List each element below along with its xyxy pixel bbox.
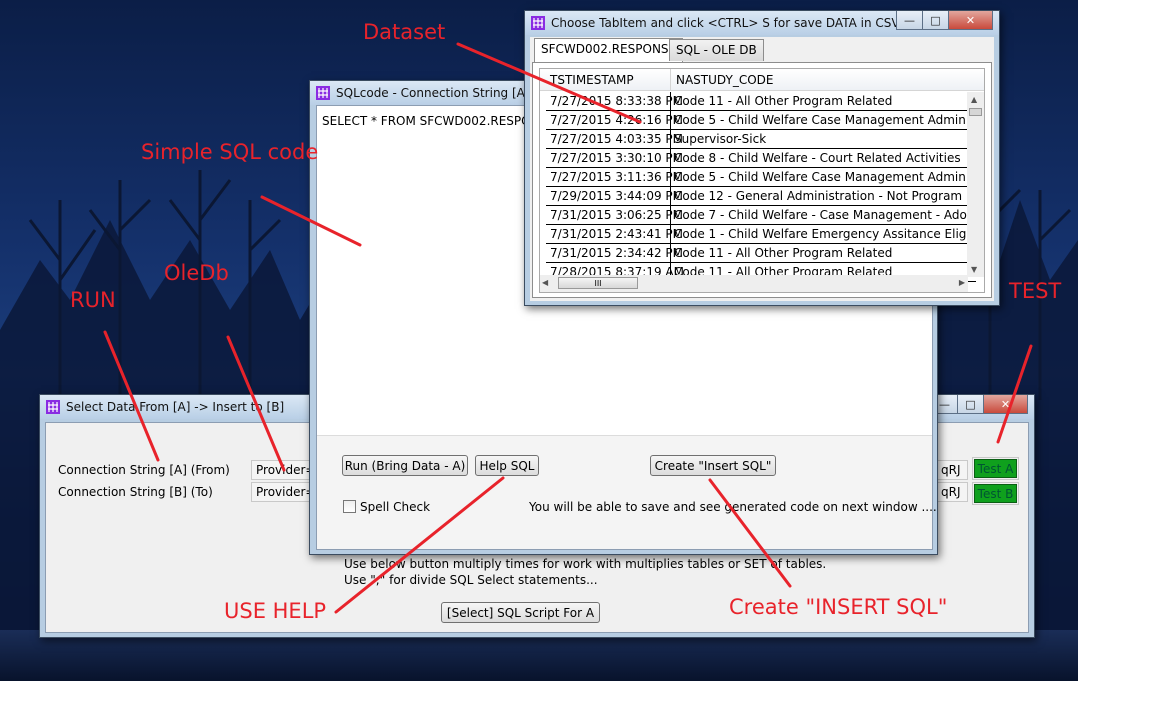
hint-line-1: Use below button multiply times for work…	[344, 557, 827, 571]
sql-window-title: SQLcode - Connection String [A]	[336, 86, 530, 100]
cell-nastudy-code[interactable]: Code 5 - Child Welfare Case Management A…	[674, 113, 976, 127]
cell-nastudy-code[interactable]: Code 12 - General Administration - Not P…	[674, 189, 976, 203]
cell-tstimestamp[interactable]: 7/27/2015 4:03:35 PM	[550, 132, 683, 146]
scroll-up-icon[interactable]: ▲	[971, 95, 977, 104]
main-window-title: Select Data From [A] -> Insert to [B]	[66, 400, 285, 414]
horizontal-scroll-thumb[interactable]: III	[558, 277, 638, 289]
cell-tstimestamp[interactable]: 7/31/2015 2:34:42 PM	[550, 246, 683, 260]
tab-panel: TSTIMESTAMP NASTUDY_CODE 7/27/2015 8:33:…	[532, 62, 992, 298]
hint-line-2: Use ";" for divide SQL Select statements…	[344, 573, 598, 587]
select-sql-script-button[interactable]: [Select] SQL Script For A	[441, 602, 600, 623]
cell-nastudy-code[interactable]: Code 7 - Child Welfare - Case Management…	[674, 208, 976, 222]
dataset-window-controls: — □ ✕	[896, 11, 993, 30]
cell-separator	[670, 187, 671, 206]
spell-check-label: Spell Check	[360, 500, 431, 514]
cell-separator	[670, 130, 671, 149]
tab-response[interactable]: SFCWD002.RESPONSE	[534, 38, 684, 62]
close-icon[interactable]: ✕	[983, 395, 1028, 414]
cell-tstimestamp[interactable]: 7/31/2015 2:43:41 PM	[550, 227, 683, 241]
table-row[interactable]: 7/31/2015 3:06:25 PM Code 7 - Child Welfa…	[546, 206, 976, 225]
checkbox-icon[interactable]	[343, 500, 356, 513]
vertical-scroll-thumb[interactable]	[969, 108, 982, 116]
table-row[interactable]: 7/27/2015 8:33:38 PM Code 11 - All Other …	[546, 92, 976, 111]
dataset-window: Choose TabItem and click <CTRL> S for sa…	[524, 10, 1000, 306]
cell-nastudy-code[interactable]: Code 11 - All Other Program Related	[674, 94, 892, 108]
sql-editor-text[interactable]: SELECT * FROM SFCWD002.RESPONSE	[322, 114, 555, 128]
column-tstimestamp[interactable]: TSTIMESTAMP	[550, 73, 634, 87]
cell-tstimestamp[interactable]: 7/27/2015 8:33:38 PM	[550, 94, 683, 108]
close-icon[interactable]: ✕	[948, 11, 993, 30]
cell-nastudy-code[interactable]: Code 8 - Child Welfare - Court Related A…	[674, 151, 961, 165]
conn-a-input[interactable]: Provider=	[251, 460, 311, 480]
cell-separator	[670, 168, 671, 187]
table-row[interactable]: 7/31/2015 2:43:41 PM Code 1 - Child Welfa…	[546, 225, 976, 244]
horizontal-scrollbar[interactable]: ◀ III ▶	[540, 275, 968, 292]
maximize-icon[interactable]: □	[957, 395, 984, 414]
scroll-left-icon[interactable]: ◀	[542, 278, 548, 287]
cell-separator	[670, 244, 671, 263]
annotation-test: TEST	[1009, 279, 1062, 303]
app-icon	[316, 86, 330, 100]
annotation-dataset: Dataset	[363, 20, 446, 44]
table-row[interactable]: 7/31/2015 2:34:42 PM Code 11 - All Other …	[546, 244, 976, 263]
annotation-oledb: OleDb	[164, 261, 229, 285]
test-a-button[interactable]: Test A	[972, 457, 1019, 480]
cell-tstimestamp[interactable]: 7/27/2015 3:11:36 PM	[550, 170, 683, 184]
run-button[interactable]: Run (Bring Data - A)	[342, 455, 468, 476]
column-nastudy-code[interactable]: NASTUDY_CODE	[676, 73, 773, 87]
cell-tstimestamp[interactable]: 7/29/2015 3:44:09 PM	[550, 189, 683, 203]
data-grid[interactable]: TSTIMESTAMP NASTUDY_CODE 7/27/2015 8:33:…	[539, 68, 985, 293]
cell-separator	[670, 92, 671, 111]
cell-tstimestamp[interactable]: 7/27/2015 3:30:10 PM	[550, 151, 683, 165]
cell-nastudy-code[interactable]: Code 1 - Child Welfare Emergency Assitan…	[674, 227, 976, 241]
annotation-run: RUN	[70, 288, 116, 312]
cell-separator	[670, 111, 671, 130]
grid-header: TSTIMESTAMP NASTUDY_CODE	[540, 69, 984, 91]
table-row[interactable]: 7/27/2015 4:26:16 PM Code 5 - Child Welfa…	[546, 111, 976, 130]
annotation-use-help: USE HELP	[224, 599, 327, 623]
conn-a-label: Connection String [A] (From)	[58, 463, 230, 477]
test-b-button[interactable]: Test B	[972, 482, 1019, 505]
tab-sql-oledb[interactable]: SQL - OLE DB	[669, 39, 764, 61]
cell-separator	[670, 149, 671, 168]
sql-info-text: You will be able to save and see generat…	[529, 500, 937, 514]
vertical-scrollbar[interactable]: ▲ ▼	[967, 92, 984, 277]
maximize-icon[interactable]: □	[922, 11, 949, 30]
table-row[interactable]: 7/27/2015 4:03:35 PM Supervisor-Sick	[546, 130, 976, 149]
scroll-right-icon[interactable]: ▶	[959, 278, 965, 287]
create-insert-sql-button[interactable]: Create "Insert SQL"	[650, 455, 776, 476]
conn-b-input[interactable]: Provider=	[251, 482, 311, 502]
annotation-create-insert: Create "INSERT SQL"	[729, 595, 948, 619]
grid-rows: 7/27/2015 8:33:38 PM Code 11 - All Other …	[546, 92, 976, 282]
scroll-down-icon[interactable]: ▼	[971, 265, 977, 274]
conn-a-input-tail[interactable]: qRJ	[936, 460, 968, 480]
cell-tstimestamp[interactable]: 7/31/2015 3:06:25 PM	[550, 208, 683, 222]
help-sql-button[interactable]: Help SQL	[475, 455, 539, 476]
table-row[interactable]: 7/29/2015 3:44:09 PM Code 12 - General Ad…	[546, 187, 976, 206]
conn-b-input-tail[interactable]: qRJ	[936, 482, 968, 502]
cell-nastudy-code[interactable]: Supervisor-Sick	[674, 132, 766, 146]
cell-tstimestamp[interactable]: 7/27/2015 4:26:16 PM	[550, 113, 683, 127]
cell-nastudy-code[interactable]: Code 11 - All Other Program Related	[674, 246, 892, 260]
main-window-controls: — □ ✕	[931, 395, 1028, 414]
dataset-window-title: Choose TabItem and click <CTRL> S for sa…	[551, 16, 922, 30]
cell-nastudy-code[interactable]: Code 5 - Child Welfare Case Management A…	[674, 170, 976, 184]
table-row[interactable]: 7/27/2015 3:30:10 PM Code 8 - Child Welfa…	[546, 149, 976, 168]
dataset-client: SFCWD002.RESPONSE SQL - OLE DB TSTIMESTA…	[530, 37, 994, 301]
cell-separator	[670, 225, 671, 244]
conn-b-label: Connection String [B] (To)	[58, 485, 213, 499]
cell-separator	[670, 206, 671, 225]
minimize-icon[interactable]: —	[896, 11, 923, 30]
app-icon	[531, 16, 545, 30]
table-row[interactable]: 7/27/2015 3:11:36 PM Code 5 - Child Welfa…	[546, 168, 976, 187]
annotation-simple-sql: Simple SQL code	[141, 140, 319, 164]
app-icon	[46, 400, 60, 414]
